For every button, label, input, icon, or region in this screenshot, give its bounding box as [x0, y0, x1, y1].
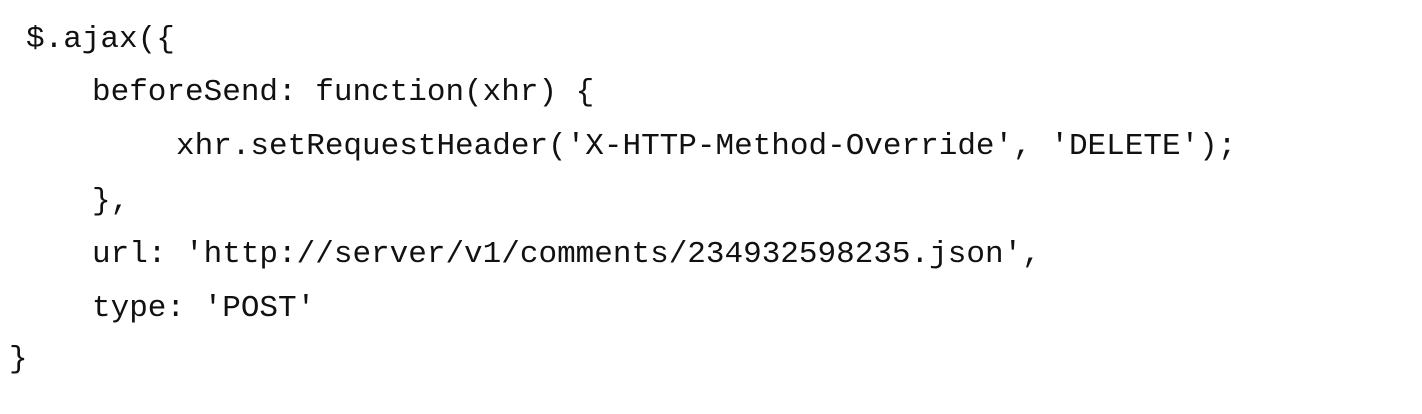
code-line-before-send: beforeSend: function(xhr) {: [92, 75, 595, 110]
code-snippet: $.ajax({ beforeSend: function(xhr) { xhr…: [0, 0, 1422, 414]
code-line-url: url: 'http://server/v1/comments/23493259…: [92, 237, 1041, 272]
code-line-object-close: }: [9, 342, 28, 377]
code-line-type: type: 'POST': [92, 291, 316, 326]
code-line-set-request-header: xhr.setRequestHeader('X-HTTP-Method-Over…: [176, 129, 1237, 164]
code-line-ajax-open: $.ajax({: [26, 22, 175, 57]
code-line-function-close: },: [92, 184, 130, 219]
